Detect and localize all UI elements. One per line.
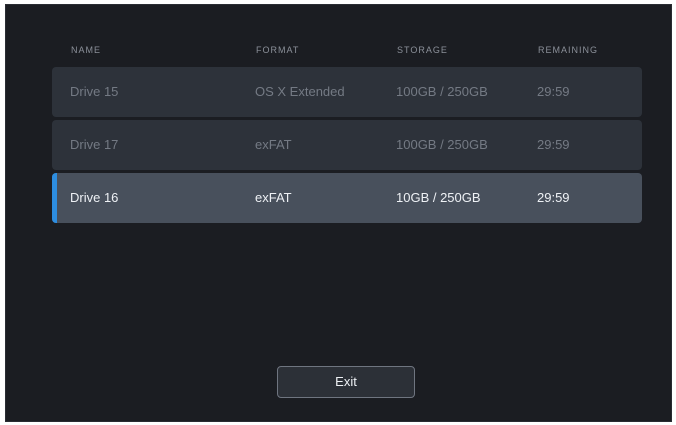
format-drive-screen: NAME FORMAT STORAGE REMAINING Drive 15 O… [5, 4, 672, 422]
drive-row[interactable]: Drive 17 exFAT 100GB / 250GB 29:59 [52, 120, 642, 170]
drive-row[interactable]: Drive 15 OS X Extended 100GB / 250GB 29:… [52, 67, 642, 117]
drive-remaining: 29:59 [537, 84, 570, 99]
drive-storage: 10GB / 250GB [396, 190, 481, 205]
drive-name: Drive 15 [70, 84, 119, 99]
column-header-remaining: REMAINING [538, 45, 599, 55]
column-header-storage: STORAGE [397, 45, 448, 55]
drive-name: Drive 16 [70, 190, 119, 205]
selection-indicator [52, 173, 57, 223]
table-header: NAME FORMAT STORAGE REMAINING [6, 45, 671, 59]
drive-row-selected[interactable]: Drive 16 exFAT 10GB / 250GB 29:59 [52, 173, 642, 223]
drive-format: OS X Extended [255, 84, 345, 99]
drive-storage: 100GB / 250GB [396, 84, 488, 99]
drive-format: exFAT [255, 190, 292, 205]
column-header-name: NAME [71, 45, 102, 55]
drive-remaining: 29:59 [537, 137, 570, 152]
drive-storage: 100GB / 250GB [396, 137, 488, 152]
drive-format: exFAT [255, 137, 292, 152]
column-header-format: FORMAT [256, 45, 300, 55]
exit-button[interactable]: Exit [277, 366, 415, 398]
drive-list: Drive 15 OS X Extended 100GB / 250GB 29:… [52, 67, 642, 226]
drive-remaining: 29:59 [537, 190, 570, 205]
drive-name: Drive 17 [70, 137, 119, 152]
